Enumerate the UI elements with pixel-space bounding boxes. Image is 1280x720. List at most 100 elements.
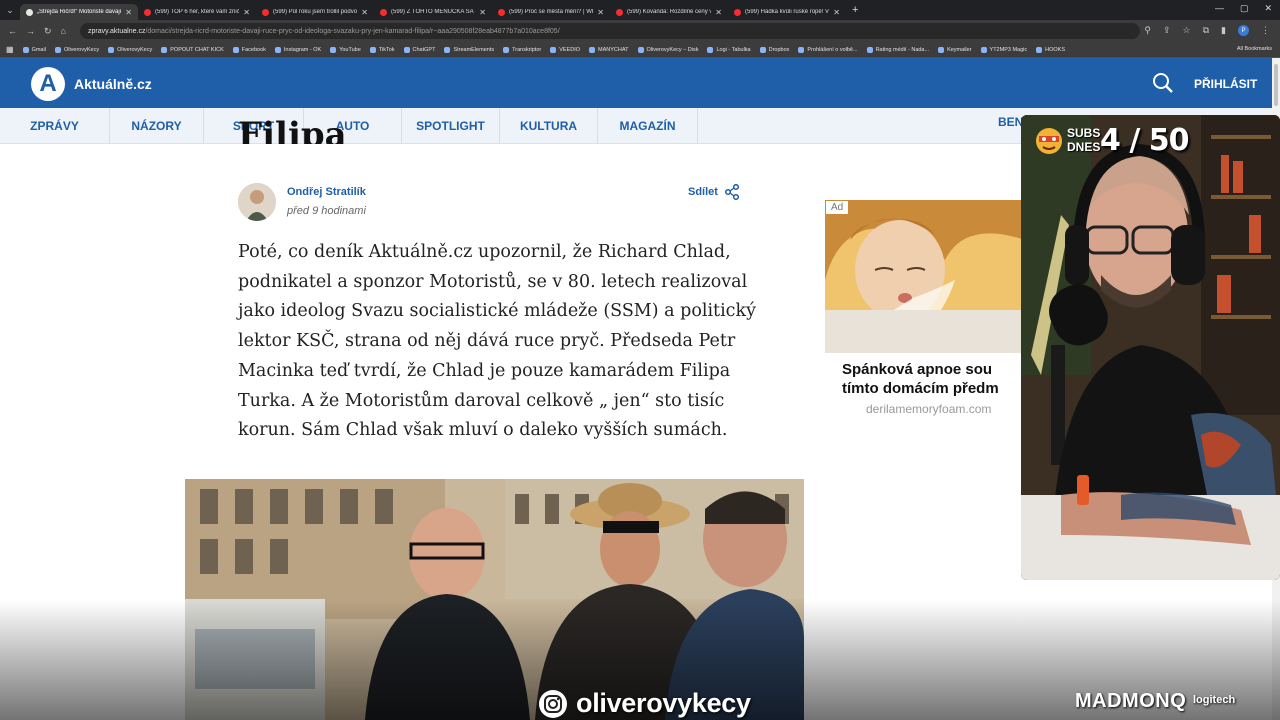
- article-lead: Poté, co deník Aktuálně.cz upozornil, že…: [238, 242, 756, 441]
- home-icon[interactable]: ⌂: [61, 26, 66, 37]
- share-icon: [724, 184, 740, 200]
- bookmark-item[interactable]: Rating médií - Nada...: [866, 46, 929, 53]
- bookmark-item[interactable]: Prohlášení o volbě...: [798, 46, 858, 53]
- bookmark-item[interactable]: MANYCHAT: [589, 46, 629, 53]
- bookmark-item[interactable]: ChatGPT: [403, 46, 435, 53]
- site-logo-text[interactable]: Aktuálně.cz: [74, 76, 152, 92]
- bookmark-label: YouTube: [339, 46, 361, 53]
- bookmark-label: Keymailer: [947, 46, 972, 53]
- bookmark-item[interactable]: VEEDIO: [550, 46, 581, 53]
- share-button[interactable]: Sdílet: [688, 184, 740, 200]
- back-icon[interactable]: ←: [8, 26, 17, 37]
- bookmark-item[interactable]: Logi - Tabulka: [707, 46, 751, 53]
- bookmark-favicon-icon: [980, 46, 987, 53]
- site-header: A Aktuálně.cz PŘIHLÁSIT: [0, 58, 1272, 108]
- bookmark-item[interactable]: Dropbox: [759, 46, 789, 53]
- browser-tab[interactable]: (599) Hádka kvůli ruské ropě! V ✕: [728, 4, 846, 20]
- bookmark-item[interactable]: OliverovyKecy: [54, 46, 99, 53]
- bookmark-item[interactable]: OliverovyKecy: [108, 46, 153, 53]
- minimize-icon[interactable]: —: [1215, 3, 1224, 14]
- bookmark-label: Facebook: [241, 46, 266, 53]
- bookmark-favicon-icon: [798, 46, 805, 53]
- browser-tab[interactable]: (599) Kovanda: Rozdílné ceny v ✕: [610, 4, 728, 20]
- close-tab-icon[interactable]: ✕: [479, 8, 486, 17]
- bookmark-label: OliverovyKecy – Disk: [646, 46, 699, 53]
- bookmark-item[interactable]: TikTok: [369, 46, 395, 53]
- bookmark-item[interactable]: YT2MP3 Magic: [980, 46, 1028, 53]
- bookmark-favicon-icon: [369, 46, 376, 53]
- close-tab-icon[interactable]: ✕: [833, 8, 840, 17]
- sponsor-brand-secondary: logitech: [1193, 694, 1236, 706]
- instagram-watermark: oliverovykecy: [538, 688, 751, 719]
- ad-title[interactable]: Spánková apnoe sou tímto domácím předm: [842, 360, 1032, 398]
- browser-tab[interactable]: (599) Půl roku jsem trollil podvo ✕: [256, 4, 374, 20]
- nav-item-kultura[interactable]: KULTURA: [500, 108, 598, 144]
- url-field[interactable]: zpravy.aktualne.cz/domaci/strejda-ricrd-…: [80, 23, 1140, 39]
- browser-menu-icon[interactable]: ⋮: [1261, 25, 1270, 36]
- maximize-icon[interactable]: ▢: [1240, 3, 1249, 14]
- share-page-icon[interactable]: ⇪: [1163, 25, 1171, 36]
- bookmark-item[interactable]: POPOUT CHAT KICK: [161, 46, 224, 53]
- close-tab-icon[interactable]: ✕: [715, 8, 722, 17]
- browser-tab[interactable]: (599) Proč se města mění? | Wh ✕: [492, 4, 610, 20]
- ad-label: Ad: [826, 201, 849, 214]
- instagram-handle: oliverovykecy: [576, 688, 751, 718]
- bookmark-label: OliverovyKecy: [117, 46, 153, 53]
- site-logo-icon[interactable]: A: [31, 67, 65, 101]
- all-bookmarks-link[interactable]: All Bookmarks: [1237, 46, 1272, 52]
- profile-avatar[interactable]: P: [1238, 25, 1249, 36]
- side-panel-icon[interactable]: ▮: [1221, 25, 1226, 36]
- bookmark-favicon-icon: [54, 46, 61, 53]
- close-window-icon[interactable]: ✕: [1264, 3, 1272, 14]
- ad-image[interactable]: [825, 200, 1025, 353]
- apps-grid-icon[interactable]: ▦: [6, 45, 14, 54]
- nav-buttons: ← → ↻ ⌂: [0, 26, 80, 37]
- login-button[interactable]: PŘIHLÁSIT: [1194, 77, 1257, 91]
- tab-search-icon[interactable]: ⌄: [0, 0, 20, 20]
- browser-tab[interactable]: (599) Z TOHTO MENUČKA SA T ✕: [374, 4, 492, 20]
- bookmark-favicon-icon: [550, 46, 557, 53]
- browser-tab[interactable]: (599) TOP 6 her, které vám zničí ✕: [138, 4, 256, 20]
- bookmark-item[interactable]: Keymailer: [938, 46, 972, 53]
- author-avatar[interactable]: [238, 183, 276, 221]
- bookmark-star-icon[interactable]: ☆: [1183, 25, 1191, 36]
- bookmark-item[interactable]: Facebook: [232, 46, 266, 53]
- scrollbar-thumb[interactable]: [1274, 64, 1278, 106]
- close-tab-icon[interactable]: ✕: [597, 8, 604, 17]
- bookmark-label: StreamElements: [453, 46, 495, 53]
- bookmark-item[interactable]: YouTube: [330, 46, 361, 53]
- extensions-icon[interactable]: ⧉: [1203, 25, 1209, 36]
- bookmark-item[interactable]: Instagram - OK: [274, 46, 321, 53]
- close-tab-icon[interactable]: ✕: [125, 8, 132, 17]
- tab-title: (599) Z TOHTO MENUČKA SA T: [391, 9, 476, 15]
- bookmark-favicon-icon: [444, 46, 451, 53]
- bookmark-item[interactable]: StreamElements: [444, 46, 495, 53]
- reload-icon[interactable]: ↻: [44, 26, 52, 37]
- zoom-icon[interactable]: ⚲: [1144, 25, 1151, 36]
- forward-icon[interactable]: →: [26, 26, 35, 37]
- close-tab-icon[interactable]: ✕: [361, 8, 368, 17]
- youtube-favicon-icon: [144, 8, 151, 16]
- bookmark-label: Transkriptor: [512, 46, 542, 53]
- bookmark-item[interactable]: OliverovyKecy – Disk: [637, 46, 699, 53]
- author-name[interactable]: Ondřej Stratilík: [287, 186, 366, 198]
- bookmark-item[interactable]: Gmail: [22, 46, 46, 53]
- nav-item-magazin[interactable]: MAGAZÍN: [598, 108, 698, 144]
- bookmark-favicon-icon: [707, 46, 714, 53]
- nav-item-zpravy[interactable]: ZPRÁVY: [0, 108, 110, 144]
- tab-title: (599) Půl roku jsem trollil podvo: [273, 9, 358, 15]
- search-icon[interactable]: [1152, 72, 1174, 94]
- new-tab-button[interactable]: +: [852, 4, 858, 16]
- bookmark-item[interactable]: Transkriptor: [503, 46, 542, 53]
- bookmark-item[interactable]: HOOKS: [1036, 46, 1065, 53]
- bookmark-label: VEEDIO: [559, 46, 581, 53]
- nav-item-clipped[interactable]: BEN: [998, 115, 1023, 129]
- nav-item-nazory[interactable]: NÁZORY: [110, 108, 204, 144]
- browser-tab[interactable]: „Strejda Ričrd!“ Motoristé dávají ✕: [20, 4, 138, 20]
- bookmark-label: POPOUT CHAT KICK: [170, 46, 224, 53]
- ad-domain[interactable]: derilamemoryfoam.com: [866, 402, 991, 416]
- youtube-favicon-icon: [616, 8, 623, 16]
- bookmark-label: YT2MP3 Magic: [989, 46, 1028, 53]
- nav-item-spotlight[interactable]: SPOTLIGHT: [402, 108, 500, 144]
- close-tab-icon[interactable]: ✕: [243, 8, 250, 17]
